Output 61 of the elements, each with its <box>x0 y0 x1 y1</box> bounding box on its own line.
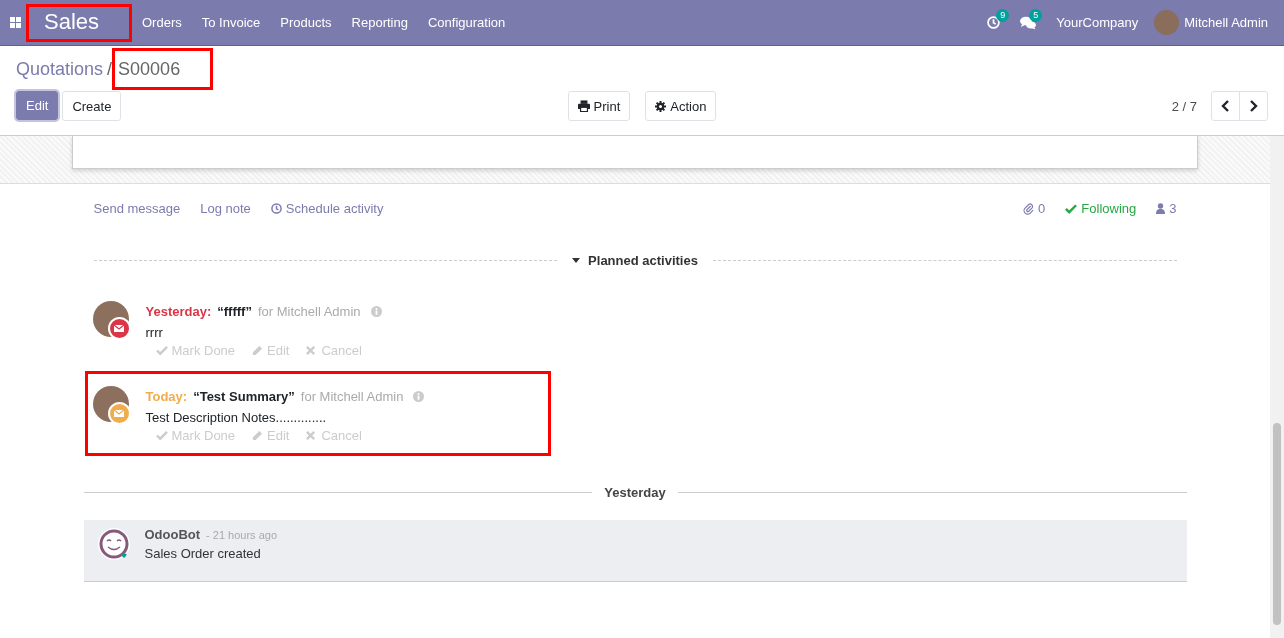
next-button[interactable] <box>1239 91 1268 121</box>
breadcrumb-current: S00006 <box>112 48 214 90</box>
printer-icon <box>577 100 590 112</box>
pager-value: 2 / 7 <box>1171 98 1197 114</box>
activity-clock-icon[interactable] <box>987 16 1001 29</box>
message-body: Sales Order created <box>144 546 262 561</box>
previous-button[interactable] <box>1211 91 1240 121</box>
pencil-icon <box>251 430 264 441</box>
caret-down-icon <box>572 258 581 263</box>
envelope-icon <box>114 325 124 332</box>
breadcrumb-link[interactable]: Quotations <box>16 58 104 80</box>
clock-icon <box>270 202 282 214</box>
breadcrumb-separator: / <box>107 58 113 80</box>
scrollbar[interactable] <box>1270 136 1284 638</box>
bot-avatar-icon <box>96 527 131 561</box>
due-label: Today: <box>145 388 188 404</box>
menu-item[interactable]: Configuration <box>417 15 516 30</box>
envelope-icon <box>114 410 124 417</box>
message-time: - 21 hours ago <box>206 529 278 541</box>
followers-button[interactable]: 3 <box>1156 200 1177 216</box>
check-icon <box>155 345 168 356</box>
check-icon <box>155 430 168 441</box>
action-button[interactable]: Action <box>645 91 717 121</box>
date-separator: Yesterday <box>603 485 667 500</box>
activity-note: Test Description Notes.............. <box>145 410 328 425</box>
activity-count-badge: 9 <box>996 9 1010 22</box>
menu-item[interactable]: Products <box>270 15 342 30</box>
menu-item[interactable]: To Invoice <box>191 15 271 30</box>
edit-button[interactable]: Edit <box>16 91 59 120</box>
chevron-left-icon <box>1221 100 1230 112</box>
paperclip-icon <box>1023 201 1035 215</box>
app-title[interactable]: Sales <box>26 3 132 42</box>
user-icon <box>1156 202 1166 214</box>
assignee-text: for Mitchell Admin <box>257 303 361 319</box>
cross-icon <box>305 345 318 356</box>
company-switcher[interactable]: YourCompany <box>1056 15 1139 30</box>
print-button[interactable]: Print <box>567 91 631 121</box>
create-button[interactable]: Create <box>62 91 122 121</box>
apps-menu-icon[interactable] <box>10 17 21 28</box>
activity-summary: “Test Summary” <box>193 388 295 404</box>
check-icon <box>1065 202 1078 214</box>
attachments-button[interactable]: 0 <box>1023 200 1046 216</box>
user-menu[interactable]: Mitchell Admin <box>1184 15 1268 30</box>
activity-summary: “fffff” <box>217 303 252 319</box>
assignee-text: for Mitchell Admin <box>300 388 404 404</box>
send-message-link[interactable]: Send message <box>93 200 181 216</box>
activity-note: rrrr <box>145 325 164 340</box>
planned-activities-toggle[interactable]: Planned activities <box>557 253 713 268</box>
pencil-icon <box>251 345 264 356</box>
chevron-right-icon <box>1249 100 1258 112</box>
author-name: OdooBot <box>144 527 201 542</box>
schedule-activity-link[interactable]: Schedule activity <box>270 200 384 216</box>
log-note-link[interactable]: Log note <box>200 200 251 216</box>
due-label: Yesterday: <box>145 303 212 319</box>
cross-icon <box>305 430 318 441</box>
user-avatar <box>1154 10 1180 35</box>
message-count-badge: 5 <box>1029 8 1043 22</box>
menu-item[interactable]: Reporting <box>341 15 418 30</box>
gear-icon <box>655 100 667 112</box>
following-button[interactable]: Following <box>1065 200 1137 216</box>
menu-item[interactable]: Orders <box>132 15 192 30</box>
